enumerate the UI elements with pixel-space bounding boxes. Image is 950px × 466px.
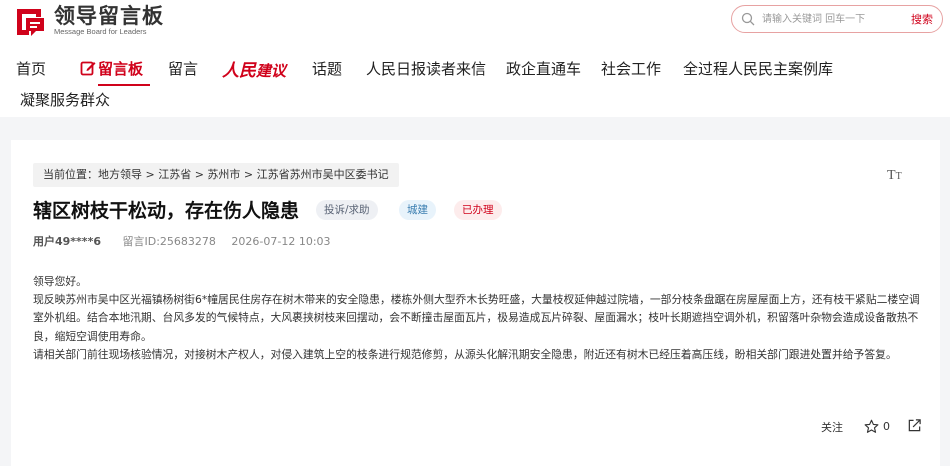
search-box: 搜索 — [731, 5, 943, 33]
post-datetime: 2026-07-12 10:03 — [231, 235, 331, 248]
search-input[interactable] — [762, 10, 902, 28]
message-id: 留言ID:25683278 — [122, 235, 216, 248]
tag-type-badge: 投诉/求助 — [316, 200, 378, 220]
post-card: 当前位置：地方领导 > 江苏省 > 苏州市 > 江苏省苏州市吴中区委书记 TT … — [11, 140, 940, 466]
nav-item-enterprise-express[interactable]: 政企直通车 — [506, 58, 581, 79]
star-icon — [864, 419, 879, 433]
content-paragraph: 请相关部门前往现场核验情况，对接树木产权人，对侵入建筑上空的枝条进行规范修剪，从… — [33, 347, 897, 361]
nav-item-social-work[interactable]: 社会工作 — [601, 58, 661, 79]
logo-text: 领导留言板 Message Board for Leaders — [54, 5, 164, 36]
content-paragraph: 现反映苏州市吴中区光福镇杨树街6*幢居民住房存在树木带来的安全隐患，楼栋外侧大型… — [33, 293, 920, 343]
nav-item-home[interactable]: 首页 — [16, 58, 46, 79]
nav-item-readers-letters[interactable]: 人民日报读者来信 — [366, 58, 486, 79]
nav-active-underline — [98, 84, 150, 86]
content-paragraph: 领导您好。 — [33, 275, 87, 288]
text-size-icon[interactable]: TT — [887, 168, 902, 184]
tag-field-badge: 城建 — [399, 200, 436, 220]
nav-item-topics[interactable]: 话题 — [312, 58, 342, 79]
site-logo[interactable]: 领导留言板 Message Board for Leaders — [14, 5, 164, 36]
nav-item-label: 建议 — [256, 62, 287, 80]
logo-mark-icon — [14, 7, 48, 36]
post-meta: 用户49****6 留言ID:25683278 2026-07-12 10:03 — [33, 233, 331, 249]
people-brand-logo: 人民 — [222, 61, 256, 81]
post-content: 领导您好。 现反映苏州市吴中区光福镇杨树街6*幢居民住房存在树木带来的安全隐患，… — [33, 273, 929, 364]
logo-subtitle: Message Board for Leaders — [54, 27, 147, 36]
share-button[interactable] — [907, 418, 922, 436]
logo-title: 领导留言板 — [54, 4, 164, 28]
share-icon — [908, 419, 921, 432]
main-nav: 首页 留言板 留言 人民建议 话题 人民日报读者来信 政企直通车 社会工作 全过… — [0, 52, 950, 112]
follow-button[interactable]: 关注 — [821, 419, 843, 435]
status-badge: 已办理 — [454, 200, 502, 220]
nav-item-message-board[interactable]: 留言板 — [80, 58, 150, 86]
search-button[interactable]: 搜索 — [911, 11, 933, 27]
edit-icon — [80, 61, 96, 76]
star-button[interactable]: 0 — [864, 419, 890, 434]
breadcrumb[interactable]: 当前位置：地方领导 > 江苏省 > 苏州市 > 江苏省苏州市吴中区委书记 — [33, 163, 399, 187]
star-count: 0 — [883, 420, 890, 433]
nav-item-serve-people[interactable]: 凝聚服务群众 — [20, 89, 110, 110]
post-title: 辖区树枝干松动，存在伤人隐患 — [33, 200, 300, 222]
nav-item-democracy-cases[interactable]: 全过程人民民主案例库 — [683, 58, 833, 79]
nav-item-people-suggestion[interactable]: 人民建议 — [222, 56, 286, 81]
post-author: 用户49****6 — [33, 235, 101, 248]
search-icon — [741, 12, 755, 26]
nav-item-messages[interactable]: 留言 — [168, 58, 198, 79]
site-header: 领导留言板 Message Board for Leaders 搜索 首页 留言… — [0, 0, 950, 117]
nav-item-label: 留言板 — [98, 60, 144, 78]
